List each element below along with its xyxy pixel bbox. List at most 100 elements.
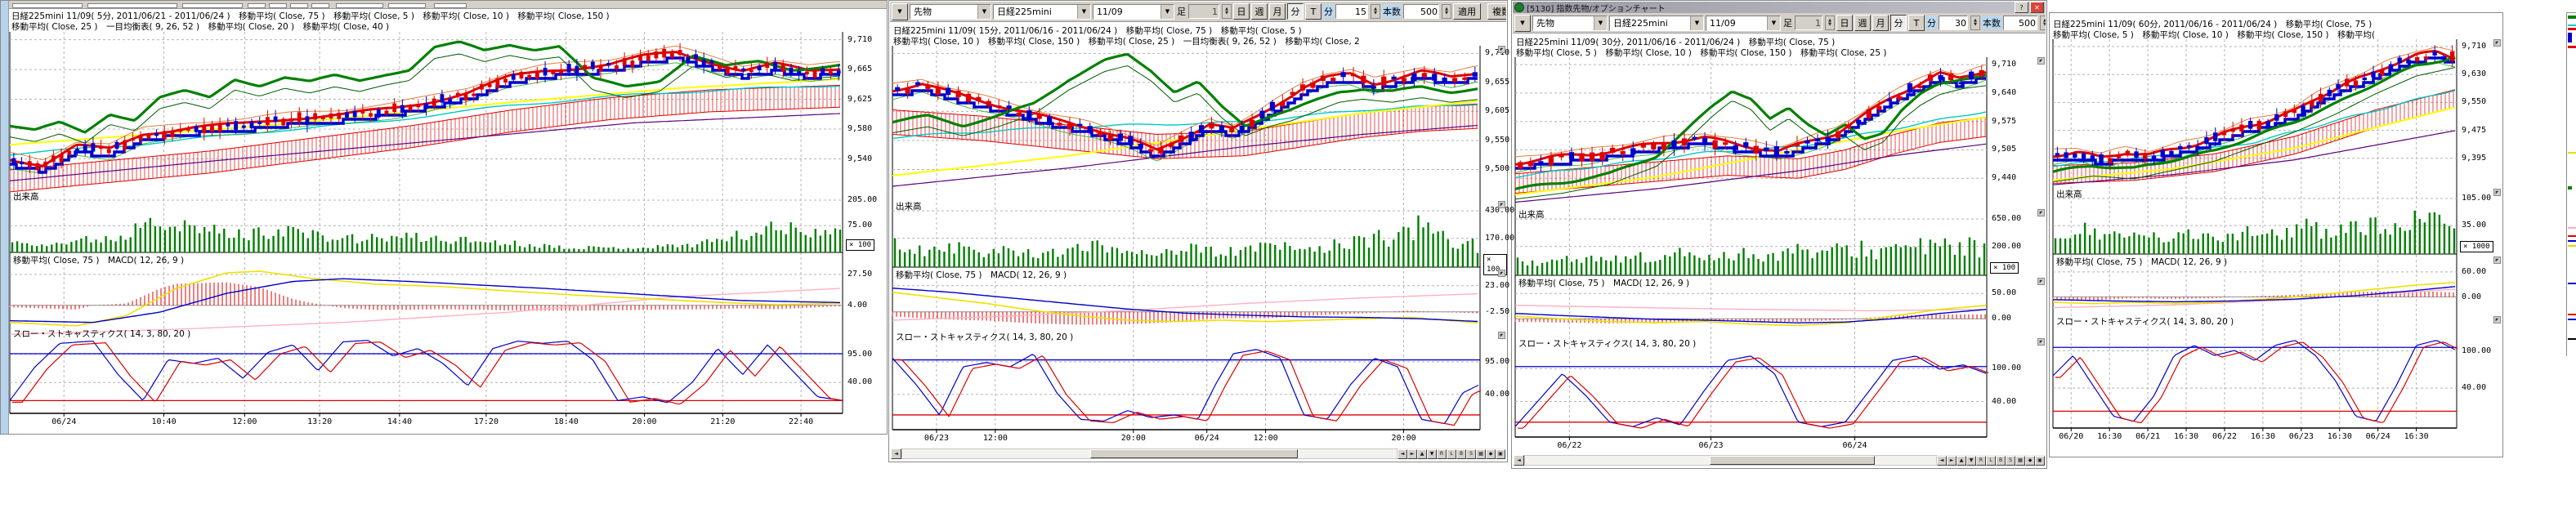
chart-tool-button[interactable]: ► — [1407, 449, 1417, 459]
pane-resize-button[interactable]: ◤ — [1498, 270, 1505, 277]
spinner-icon[interactable]: ▲▼ — [1222, 4, 1232, 19]
minute-button[interactable]: 分 — [1287, 3, 1304, 20]
chart-canvas[interactable] — [1, 1, 888, 435]
chart-tool-button[interactable]: ◆ — [2025, 456, 2035, 466]
chevron-down-icon[interactable]: ▼ — [1161, 5, 1174, 19]
pane-resize-button[interactable]: ◤ — [2493, 189, 2501, 196]
chart-tool-button[interactable]: ▣ — [2035, 456, 2045, 466]
instrument-type-select[interactable]: 先物▼ — [1532, 16, 1608, 31]
close-button[interactable]: ✕ — [2030, 2, 2044, 13]
daily-button[interactable]: 日 — [1233, 3, 1250, 20]
chart-tool-button[interactable]: ▲ — [1417, 449, 1427, 459]
horizontal-scrollbar[interactable]: ◄ ◄►▲▼RLBS▦◆▣ — [1514, 455, 2045, 466]
time-axis-label: 06/23 — [1698, 441, 1723, 450]
chart-tool-button[interactable]: R — [1437, 449, 1447, 459]
weekly-button[interactable]: 週 — [1854, 15, 1871, 31]
weekly-button[interactable]: 週 — [1251, 3, 1268, 20]
pane-resize-button[interactable]: ◤ — [2037, 338, 2045, 346]
chart-tool-button[interactable]: L — [1986, 456, 1996, 466]
scroll-left-icon[interactable]: ◄ — [1514, 455, 1524, 466]
chart-tool-button[interactable]: ▦ — [2015, 456, 2025, 466]
chart-tool-button[interactable]: B — [1456, 449, 1466, 459]
instrument-select[interactable]: 日経225mini▼ — [1609, 16, 1704, 31]
chart-tool-button[interactable]: R — [1976, 456, 1986, 466]
monthly-button[interactable]: 月 — [1269, 3, 1286, 20]
period-input[interactable]: 15 — [1335, 4, 1368, 19]
volume-multiplier: × 1000 — [2460, 241, 2493, 252]
count-input[interactable]: 500 — [1403, 4, 1439, 19]
pane-resize-button[interactable]: ◤ — [1498, 201, 1505, 208]
chevron-down-icon[interactable]: ▼ — [977, 5, 991, 19]
time-axis-label: 06/23 — [924, 434, 949, 443]
price-axis-label: 9,505 — [1992, 145, 2016, 154]
help-button[interactable]: ? — [2015, 2, 2028, 13]
chart-tool-button[interactable]: ▼ — [1427, 449, 1437, 459]
spinner-icon[interactable]: ▲▼ — [1371, 4, 1380, 19]
ashi-input[interactable]: 1 — [1188, 4, 1219, 19]
chart-tool-button[interactable]: L — [1447, 449, 1456, 459]
spinner-icon[interactable]: ▲▼ — [2040, 16, 2046, 30]
pane-resize-button[interactable]: ◤ — [2493, 39, 2501, 47]
apply-button[interactable]: 適用 — [1453, 3, 1481, 20]
minute-button[interactable]: 分 — [1890, 15, 1907, 31]
chart-tool-button[interactable]: B — [1996, 456, 2006, 466]
contract-month-select[interactable]: 11/09▼ — [1706, 16, 1781, 31]
scrollbar-track[interactable] — [901, 448, 1398, 459]
multi-symbol-button[interactable]: 複数銘柄 — [1487, 3, 1506, 20]
chevron-down-icon[interactable]: ▼ — [1690, 16, 1703, 30]
chart-tool-button[interactable]: ▦ — [1476, 449, 1486, 459]
spinner-icon[interactable]: ▲▼ — [1825, 16, 1835, 30]
price-axis-label: 9,640 — [1992, 88, 2016, 97]
time-axis-label: 20:00 — [632, 417, 656, 426]
chart-canvas[interactable] — [889, 1, 1509, 463]
daily-button[interactable]: 日 — [1836, 15, 1853, 31]
chart-tool-button[interactable]: S — [1466, 449, 1476, 459]
tick-button[interactable]: T — [1305, 3, 1322, 20]
chart-canvas[interactable] — [2050, 13, 2504, 458]
scroll-left-icon[interactable]: ◄ — [891, 448, 901, 459]
spinner-icon[interactable]: ▲▼ — [1970, 16, 1980, 30]
ashi-input[interactable]: 1 — [1795, 16, 1822, 30]
scrollbar-thumb[interactable] — [1090, 449, 1298, 458]
chart-tool-button[interactable]: ▲ — [1957, 456, 1966, 466]
chart-tool-button[interactable]: ◄ — [1398, 449, 1407, 459]
pane-resize-button[interactable]: ◤ — [2037, 57, 2045, 65]
contract-month-select[interactable]: 11/09▼ — [1093, 4, 1174, 20]
scrollbar-thumb[interactable] — [1710, 456, 1874, 465]
chevron-down-icon[interactable]: ▼ — [892, 3, 908, 20]
chart-tool-button[interactable]: ▼ — [1966, 456, 1976, 466]
tick-button[interactable]: T — [1908, 15, 1925, 31]
chart-tool-button[interactable]: ◄ — [1937, 456, 1947, 466]
chevron-down-icon[interactable]: ▼ — [1594, 16, 1607, 30]
chart-tool-button[interactable]: ◆ — [1486, 449, 1496, 459]
pane-resize-button[interactable]: ◤ — [1498, 46, 1505, 53]
price-axis-label: 9,575 — [1992, 117, 2016, 126]
pane-resize-button[interactable]: ◤ — [2037, 209, 2045, 216]
spinner-icon[interactable]: ▲▼ — [1442, 4, 1451, 19]
chevron-down-icon[interactable]: ▼ — [1077, 5, 1090, 19]
chart-canvas[interactable] — [1512, 1, 2048, 470]
chevron-down-icon[interactable]: ▼ — [1767, 16, 1780, 30]
pane-resize-button[interactable]: ◤ — [1498, 332, 1505, 339]
stoch-axis-label: 95.00 — [847, 350, 872, 359]
scrollbar-track[interactable] — [1524, 455, 1937, 466]
chart-tool-buttons: ◄►▲▼RLBS▦◆▣ — [1398, 449, 1505, 459]
chart-tool-button[interactable]: ► — [1947, 456, 1957, 466]
price-axis-label: 9,540 — [847, 154, 872, 163]
pane-resize-button[interactable]: ◤ — [2037, 278, 2045, 285]
time-axis-label: 10:40 — [152, 417, 177, 426]
count-input[interactable]: 500 — [2003, 16, 2037, 30]
instrument-type-select[interactable]: 先物▼ — [910, 4, 991, 20]
time-axis-label: 06/24 — [51, 417, 76, 426]
monthly-button[interactable]: 月 — [1872, 15, 1889, 31]
chevron-down-icon[interactable]: ▼ — [1514, 15, 1531, 32]
horizontal-scrollbar[interactable]: ◄ ◄►▲▼RLBS▦◆▣ — [891, 448, 1505, 459]
instrument-select[interactable]: 日経225mini▼ — [993, 4, 1091, 20]
pane-resize-button[interactable]: ◤ — [2493, 256, 2501, 264]
chart-tool-button[interactable]: ▣ — [1496, 449, 1505, 459]
period-input[interactable]: 30 — [1939, 16, 1968, 30]
chart-tool-button[interactable]: S — [2006, 456, 2015, 466]
window-titlebar[interactable]: [5130] 指数先物/オプションチャート ? ✕ — [1513, 2, 2046, 13]
window-left-edge — [1, 1, 9, 434]
pane-resize-button[interactable]: ◤ — [2493, 316, 2501, 323]
